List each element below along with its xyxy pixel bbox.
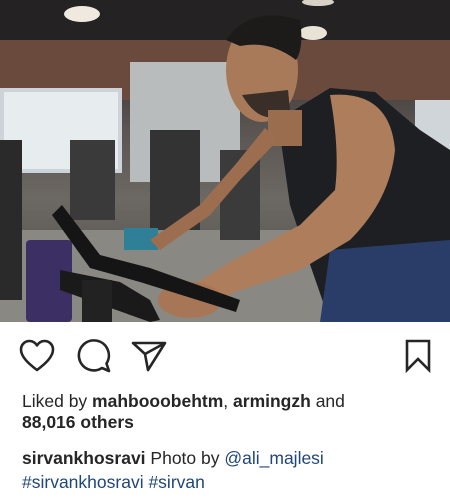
instagram-post: Liked by mahbooobehtm, armingzh and 88,01…: [0, 0, 450, 503]
caption-hashtag[interactable]: #sirvan: [148, 472, 204, 492]
likes-separator: ,: [223, 391, 234, 411]
post-photo[interactable]: [0, 0, 450, 322]
save-bookmark-icon[interactable]: [398, 336, 438, 376]
caption-text: Photo by: [145, 448, 225, 468]
post-caption: sirvankhosravi Photo by @ali_majlesi #sir…: [22, 446, 437, 494]
likes-others-count[interactable]: 88,016 others: [22, 412, 134, 432]
likes-conjunction: and: [310, 391, 345, 411]
liker-username-1[interactable]: mahbooobehtm: [92, 391, 223, 411]
likes-prefix: Liked by: [22, 391, 93, 411]
post-actions-bar: [0, 336, 450, 376]
caption-hashtag[interactable]: #sirvankhosravi: [22, 472, 144, 492]
gym-photo-illustration: [0, 0, 450, 322]
caption-author-username[interactable]: sirvankhosravi: [22, 448, 146, 468]
comment-bubble-icon[interactable]: [74, 336, 114, 376]
like-heart-icon[interactable]: [17, 336, 57, 376]
likes-summary: Liked by mahbooobehtm, armingzh and 88,01…: [22, 391, 432, 433]
share-plane-icon[interactable]: [129, 336, 169, 376]
caption-mention[interactable]: @ali_majlesi: [224, 448, 323, 468]
liker-username-2[interactable]: armingzh: [233, 391, 311, 411]
